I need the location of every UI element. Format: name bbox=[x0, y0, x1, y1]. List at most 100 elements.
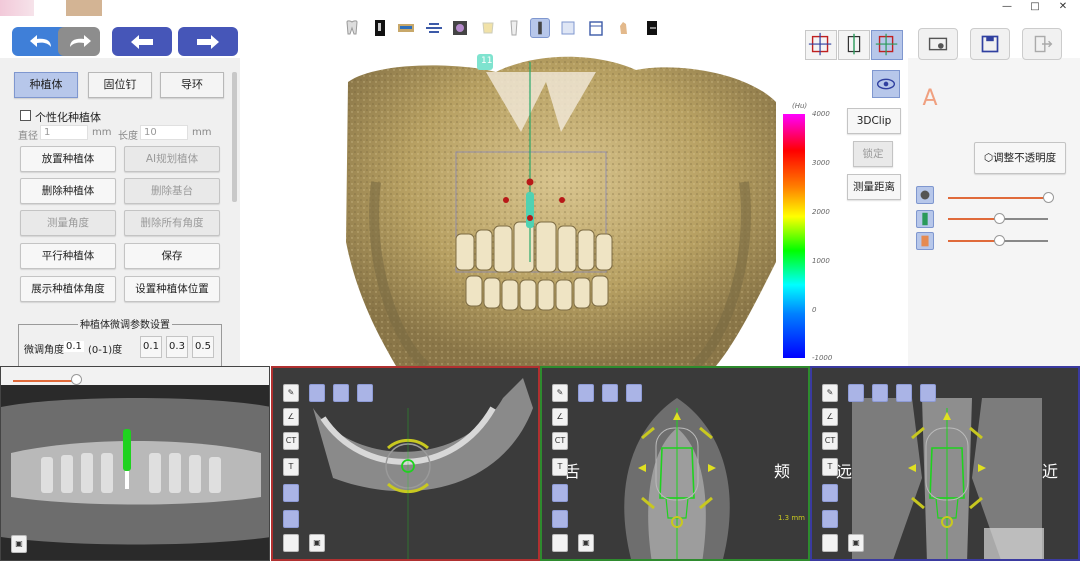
exit-button[interactable] bbox=[1022, 28, 1062, 60]
coronal-tool-icon-b[interactable] bbox=[822, 510, 838, 528]
minimize-button[interactable]: — bbox=[992, 0, 1022, 16]
xray-dark-icon[interactable] bbox=[370, 18, 390, 38]
hand-icon[interactable] bbox=[614, 18, 634, 38]
coronal-t-button[interactable]: T bbox=[822, 458, 838, 476]
opacity-slider-1-knob[interactable] bbox=[1043, 192, 1054, 203]
panoramic-view[interactable]: ▣ bbox=[0, 366, 270, 561]
coronal-ct-button[interactable]: CT bbox=[822, 432, 838, 450]
delete-implant-button[interactable]: 删除种植体 bbox=[20, 178, 116, 204]
sagittal-implant-icon-2[interactable] bbox=[602, 384, 618, 402]
coronal-tool-icon-c[interactable] bbox=[822, 534, 838, 552]
axial-tool-icon-a[interactable] bbox=[283, 484, 299, 502]
redo-button[interactable] bbox=[58, 27, 100, 56]
ct-slice-icon[interactable] bbox=[450, 18, 470, 38]
place-implant-button[interactable]: 放置种植体 bbox=[20, 146, 116, 172]
save-file-button[interactable] bbox=[970, 28, 1010, 60]
coronal-implant-icon-1[interactable] bbox=[848, 384, 864, 402]
lock-button[interactable]: 锁定 bbox=[853, 141, 893, 167]
crown-icon[interactable] bbox=[478, 18, 498, 38]
opacity-slider-1[interactable] bbox=[948, 197, 1048, 199]
panel-scrollbar[interactable] bbox=[232, 72, 237, 202]
measure-distance-button[interactable]: 测量距离 bbox=[847, 174, 901, 200]
coronal-snapshot-icon[interactable]: ▣ bbox=[848, 534, 864, 552]
skull-layer-icon[interactable] bbox=[916, 186, 934, 204]
axial-tool-icon-c[interactable] bbox=[283, 534, 299, 552]
opacity-slider-2[interactable] bbox=[948, 218, 996, 220]
opacity-slider-2-knob[interactable] bbox=[994, 213, 1005, 224]
coronal-tool-icon-a[interactable] bbox=[822, 484, 838, 502]
diameter-input[interactable]: 1 bbox=[40, 125, 88, 140]
tooth-icon[interactable] bbox=[342, 18, 362, 38]
measure-angle-button[interactable]: 测量角度 bbox=[20, 210, 116, 236]
opacity-slider-3[interactable] bbox=[948, 240, 996, 242]
pano-slider[interactable] bbox=[13, 380, 77, 382]
pano-slider-knob[interactable] bbox=[71, 374, 82, 385]
show-angle-button[interactable]: 展示种植体角度 bbox=[20, 276, 116, 302]
sagittal-tool-icon-c[interactable] bbox=[552, 534, 568, 552]
sagittal-tool-icon-a[interactable] bbox=[552, 484, 568, 502]
coronal-implant-icon-3[interactable] bbox=[896, 384, 912, 402]
tab-guide-ring[interactable]: 导环 bbox=[160, 72, 224, 98]
implant-layer-icon[interactable] bbox=[916, 210, 934, 228]
panorama-icon[interactable] bbox=[396, 18, 416, 38]
axial-view[interactable]: ✎ ∠ CT T ▣ bbox=[271, 366, 540, 561]
sagittal-tool-icon-b[interactable] bbox=[552, 510, 568, 528]
step-button-1[interactable]: 0.1 bbox=[140, 336, 162, 358]
pano-snapshot-icon[interactable]: ▣ bbox=[11, 535, 27, 553]
axial-ruler-icon[interactable]: ✎ bbox=[283, 384, 299, 402]
view-mode-split[interactable] bbox=[838, 30, 870, 60]
opacity-slider-3-knob[interactable] bbox=[994, 235, 1005, 246]
ai-plan-button[interactable]: AI规划植体 bbox=[124, 146, 220, 172]
step-button-3[interactable]: 0.5 bbox=[192, 336, 214, 358]
coronal-view[interactable]: 远 近 ✎ ∠ CT T ▣ bbox=[810, 366, 1080, 561]
sagittal-implant-icon-1[interactable] bbox=[578, 384, 594, 402]
axial-snapshot-icon[interactable]: ▣ bbox=[309, 534, 325, 552]
coronal-angle-icon[interactable]: ∠ bbox=[822, 408, 838, 426]
implant-tool-icon[interactable] bbox=[530, 18, 550, 38]
axial-t-button[interactable]: T bbox=[283, 458, 299, 476]
axial-implant-icon-1[interactable] bbox=[309, 384, 325, 402]
sagittal-angle-icon[interactable]: ∠ bbox=[552, 408, 568, 426]
bite-align-icon[interactable] bbox=[424, 18, 444, 38]
step-button-2[interactable]: 0.3 bbox=[166, 336, 188, 358]
axial-ct-button[interactable]: CT bbox=[283, 432, 299, 450]
box-icon[interactable] bbox=[586, 18, 606, 38]
axial-angle-icon[interactable]: ∠ bbox=[283, 408, 299, 426]
guide-icon[interactable] bbox=[558, 18, 578, 38]
tooth-layer-icon[interactable] bbox=[916, 232, 934, 250]
back-button[interactable] bbox=[112, 27, 172, 56]
coronal-implant-icon-2[interactable] bbox=[872, 384, 888, 402]
axial-implant-icon-3[interactable] bbox=[357, 384, 373, 402]
tab-pin[interactable]: 固位钉 bbox=[88, 72, 152, 98]
restore-button[interactable]: □ bbox=[1020, 0, 1050, 16]
eye-toggle[interactable] bbox=[872, 70, 900, 98]
set-position-button[interactable]: 设置种植体位置 bbox=[124, 276, 220, 302]
coronal-implant-icon-4[interactable] bbox=[920, 384, 936, 402]
close-button[interactable]: ✕ bbox=[1048, 0, 1078, 16]
axial-tool-icon-b[interactable] bbox=[283, 510, 299, 528]
snapshot-button[interactable] bbox=[918, 28, 958, 60]
3d-clip-button[interactable]: 3DClip bbox=[847, 108, 901, 134]
delete-abutment-button[interactable]: 删除基台 bbox=[124, 178, 220, 204]
sagittal-ruler-icon[interactable]: ✎ bbox=[552, 384, 568, 402]
export-icon[interactable] bbox=[642, 18, 662, 38]
fine-tune-angle-value[interactable]: 0.1 bbox=[64, 341, 84, 352]
axial-implant-icon-2[interactable] bbox=[333, 384, 349, 402]
coronal-ruler-icon[interactable]: ✎ bbox=[822, 384, 838, 402]
view-mode-3d[interactable] bbox=[871, 30, 903, 60]
custom-implant-checkbox[interactable] bbox=[20, 110, 31, 121]
save-button[interactable]: 保存 bbox=[124, 243, 220, 269]
forward-button[interactable] bbox=[178, 27, 238, 56]
sagittal-ct-button[interactable]: CT bbox=[552, 432, 568, 450]
tab-implant[interactable]: 种植体 bbox=[14, 72, 78, 98]
sagittal-t-button[interactable]: T bbox=[552, 458, 568, 476]
length-input[interactable]: 10 bbox=[140, 125, 188, 140]
sagittal-view[interactable]: 舌 颊 1.3 mm ✎ ∠ CT T ▣ bbox=[540, 366, 810, 561]
delete-all-angles-button[interactable]: 删除所有角度 bbox=[124, 210, 220, 236]
skull-3d-view[interactable]: 11 bbox=[336, 42, 784, 366]
view-mode-axial[interactable] bbox=[805, 30, 837, 60]
sagittal-implant-icon-3[interactable] bbox=[626, 384, 642, 402]
parallel-implant-button[interactable]: 平行种植体 bbox=[20, 243, 116, 269]
sagittal-snapshot-icon[interactable]: ▣ bbox=[578, 534, 594, 552]
a-text-icon[interactable]: A bbox=[916, 86, 944, 116]
